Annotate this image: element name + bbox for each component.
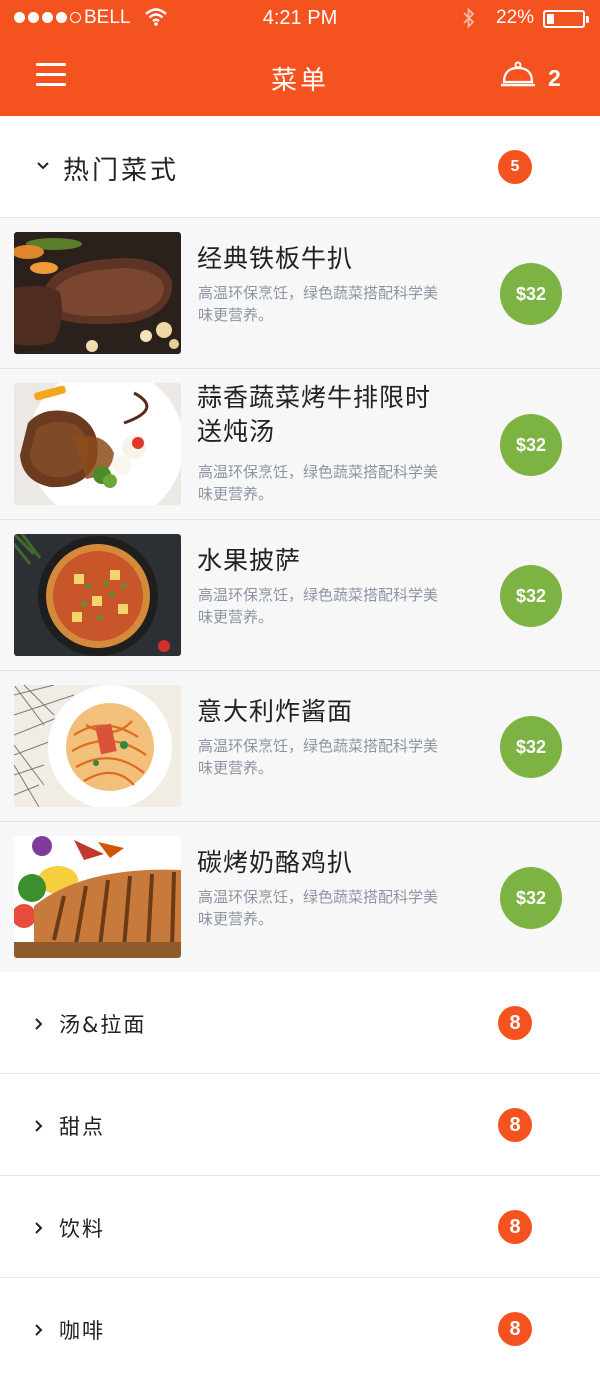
dish-description: 高温环保烹饪，绿色蔬菜搭配科学美味更营养。 <box>198 888 439 928</box>
dish-item[interactable]: 碳烤奶酪鸡扒 高温环保烹饪，绿色蔬菜搭配科学美味更营养。 $32 <box>0 822 600 973</box>
dish-item[interactable]: 意大利炸酱面 高温环保烹饪，绿色蔬菜搭配科学美味更营养。 $32 <box>0 671 600 822</box>
dish-description: 高温环保烹饪，绿色蔬菜搭配科学美味更营养。 <box>198 463 439 503</box>
dish-name: 意大利炸酱面 <box>197 697 354 726</box>
category-label: 汤&拉面 <box>59 1013 147 1037</box>
dish-item[interactable]: 蒜香蔬菜烤牛排限时送炖汤 高温环保烹饪，绿色蔬菜搭配科学美味更营养。 $32 <box>0 369 600 520</box>
category-count-badge: 8 <box>498 1210 532 1244</box>
dish-name: 经典铁板牛扒 <box>197 244 354 273</box>
dish-photo-chicken <box>14 836 181 958</box>
price-button[interactable]: $32 <box>500 867 562 929</box>
price-button[interactable]: $32 <box>500 414 562 476</box>
category-count-badge: 5 <box>498 150 532 184</box>
dish-description: 高温环保烹饪，绿色蔬菜搭配科学美味更营养。 <box>198 737 439 777</box>
category-label: 甜点 <box>59 1115 105 1139</box>
dish-item[interactable]: 经典铁板牛扒 高温环保烹饪，绿色蔬菜搭配科学美味更营养。 $32 <box>0 218 600 369</box>
category-soup-ramen[interactable]: 汤&拉面 8 <box>0 972 600 1074</box>
price-button[interactable]: $32 <box>500 716 562 778</box>
order-cart-button[interactable]: 2 <box>500 58 570 98</box>
chevron-right-icon <box>34 1016 44 1035</box>
dish-name: 蒜香蔬菜烤牛排限时送炖汤 <box>197 383 432 446</box>
dish-photo-steak <box>14 232 181 354</box>
category-label: 咖啡 <box>59 1319 105 1343</box>
nav-bar: 菜单 2 <box>0 38 600 116</box>
chevron-down-icon <box>36 156 50 175</box>
category-count-badge: 8 <box>498 1312 532 1346</box>
battery-icon <box>543 10 589 28</box>
dish-description: 高温环保烹饪，绿色蔬菜搭配科学美味更营养。 <box>198 586 439 626</box>
category-label: 饮料 <box>59 1217 105 1241</box>
category-coffee[interactable]: 咖啡 8 <box>0 1278 600 1380</box>
category-dessert[interactable]: 甜点 8 <box>0 1074 600 1176</box>
cart-count: 2 <box>548 65 561 91</box>
dish-photo-garlic-steak <box>14 383 181 505</box>
dish-name: 碳烤奶酪鸡扒 <box>197 848 354 877</box>
chevron-right-icon <box>34 1322 44 1341</box>
dish-description: 高温环保烹饪，绿色蔬菜搭配科学美味更营养。 <box>198 284 439 324</box>
category-drinks[interactable]: 饮料 8 <box>0 1176 600 1278</box>
category-count-badge: 8 <box>498 1108 532 1142</box>
category-count-badge: 8 <box>498 1006 532 1040</box>
dish-list: 经典铁板牛扒 高温环保烹饪，绿色蔬菜搭配科学美味更营养。 $32 蒜香蔬菜烤牛排… <box>0 218 600 973</box>
price-button[interactable]: $32 <box>500 565 562 627</box>
dish-name: 水果披萨 <box>197 546 302 575</box>
cloche-icon <box>501 61 535 87</box>
price-button[interactable]: $32 <box>500 263 562 325</box>
dish-photo-spaghetti <box>14 685 181 807</box>
dish-item[interactable]: 水果披萨 高温环保烹饪，绿色蔬菜搭配科学美味更营养。 $32 <box>0 520 600 671</box>
bluetooth-icon <box>462 7 476 33</box>
app-header: BELL 4:21 PM 22% 菜单 2 <box>0 0 600 116</box>
battery-percent: 22% <box>496 7 535 28</box>
dish-photo-pizza <box>14 534 181 656</box>
chevron-right-icon <box>34 1220 44 1239</box>
category-hot[interactable]: 热门菜式 5 <box>0 116 600 218</box>
category-label: 热门菜式 <box>63 156 180 186</box>
chevron-right-icon <box>34 1118 44 1137</box>
status-bar: BELL 4:21 PM 22% <box>0 0 600 38</box>
